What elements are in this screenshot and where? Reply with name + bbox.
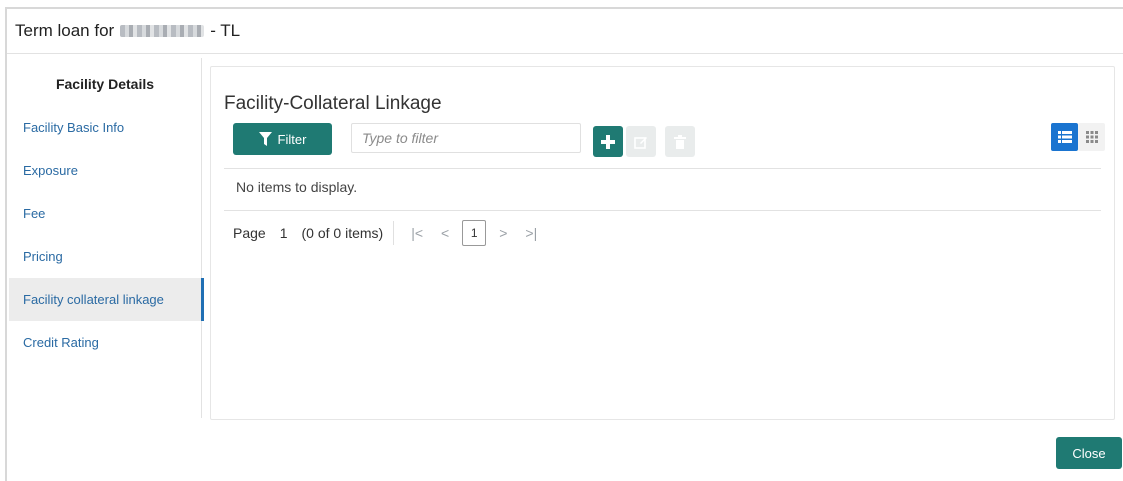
filter-button[interactable]: Filter — [233, 123, 332, 155]
prev-page-icon[interactable]: < — [441, 225, 449, 241]
redacted-customer-name — [120, 25, 205, 37]
sidebar-item-label: Facility Basic Info — [23, 120, 125, 135]
window-title-prefix: Term loan for — [15, 21, 115, 40]
next-page-icon[interactable]: > — [499, 225, 507, 241]
add-button[interactable] — [593, 126, 623, 157]
funnel-icon — [258, 132, 272, 146]
sidebar-item-facility-collateral-linkage[interactable]: Facility collateral linkage — [9, 278, 204, 321]
grid-view-button[interactable] — [1078, 123, 1105, 151]
sidebar-item-credit-rating[interactable]: Credit Rating — [9, 321, 201, 364]
sidebar-item-label: Facility collateral linkage — [23, 292, 164, 307]
facility-details-sidebar: Facility Details Facility Basic Info Exp… — [9, 58, 204, 418]
last-page-icon[interactable]: >| — [525, 225, 537, 241]
grid-view-icon — [1085, 131, 1098, 143]
panel-title: Facility-Collateral Linkage — [224, 93, 442, 114]
window-title-suffix: - TL — [210, 21, 241, 40]
sidebar-item-label: Fee — [23, 206, 46, 221]
sidebar-item-facility-basic-info[interactable]: Facility Basic Info — [9, 106, 201, 149]
collateral-linkage-panel: Facility-Collateral Linkage Filter Type … — [210, 66, 1115, 420]
filter-button-label: Filter — [277, 131, 307, 147]
close-button[interactable]: Close — [1056, 437, 1122, 469]
divider — [224, 168, 1101, 169]
trash-icon — [674, 134, 686, 149]
toolbar: Filter — [233, 123, 1105, 157]
sidebar-title: Facility Details — [55, 76, 155, 92]
sidebar-item-label: Credit Rating — [23, 335, 99, 350]
sidebar-item-label: Pricing — [23, 249, 63, 264]
sidebar-item-fee[interactable]: Fee — [9, 192, 201, 235]
window-header: Term loan for - TL — [7, 9, 1123, 54]
edit-button[interactable] — [626, 126, 656, 157]
divider — [224, 210, 1101, 211]
pager-separator — [393, 221, 395, 245]
page-number: 1 — [279, 225, 288, 241]
filter-input[interactable] — [351, 123, 581, 153]
plus-icon — [601, 134, 615, 149]
list-view-button[interactable] — [1051, 123, 1078, 151]
sidebar-item-pricing[interactable]: Pricing — [9, 235, 201, 278]
first-page-icon[interactable]: |< — [411, 225, 423, 241]
pagination: Page 1 (0 of 0 items) |< < 1 > >| — [233, 219, 546, 247]
current-page-button[interactable]: 1 — [462, 220, 487, 246]
sidebar-item-label: Exposure — [23, 163, 78, 178]
empty-message: No items to display. — [236, 179, 358, 195]
items-count: (0 of 0 items) — [301, 225, 384, 241]
edit-icon — [634, 136, 647, 149]
list-view-icon — [1057, 131, 1072, 143]
sidebar-item-exposure[interactable]: Exposure — [9, 149, 201, 192]
delete-button[interactable] — [665, 126, 695, 157]
page-label: Page — [233, 225, 266, 241]
